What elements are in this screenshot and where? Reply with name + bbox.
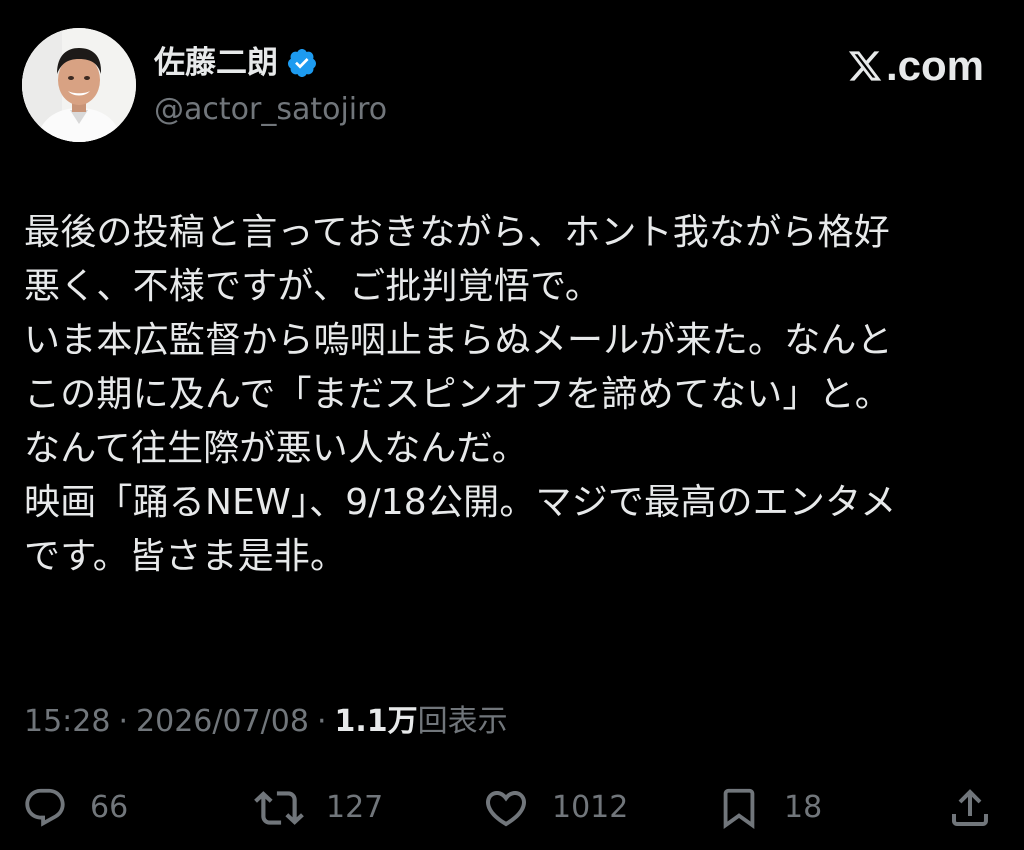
meta-separator: · [118,704,129,739]
action-bar: 66 127 1012 18 [22,782,998,834]
reply-button[interactable]: 66 [22,782,128,834]
views-count: 1.1万 [334,704,418,739]
author-handle[interactable]: @actor_satojiro [154,92,387,128]
brand-domain-text: .com [885,42,984,89]
like-count: 1012 [552,790,629,825]
meta-separator: · [316,704,327,739]
bookmark-count: 18 [784,790,823,825]
site-brand: .com [847,42,984,90]
avatar-portrait [22,28,136,142]
bookmark-icon [716,785,762,831]
share-button[interactable] [946,782,994,834]
like-button[interactable]: 1012 [482,782,628,834]
reply-count: 66 [90,790,129,825]
post-time[interactable]: 15:28 [24,704,110,739]
post-text-line: 悪く、不様ですが、ご批判覚悟で。 [24,266,602,307]
post-header: 佐藤二朗 @actor_satojiro .com [22,28,984,144]
repost-count: 127 [326,790,384,825]
repost-button[interactable]: 127 [254,782,383,834]
post-meta: 15:28 · 2026/07/08 · 1.1万回表示 [24,702,508,742]
author-name-row: 佐藤二朗 [154,44,318,82]
heart-icon [482,784,530,832]
post-date[interactable]: 2026/07/08 [136,704,309,739]
post-text-line: いま本広監督から嗚咽止まらぬメールが来た。なんと [24,320,893,361]
x-logo-icon [847,48,883,84]
post-text-line: なんて往生際が悪い人なんだ。 [24,428,528,469]
verified-badge-icon [286,47,318,79]
post-text-line: この期に及んで「まだスピンオフを諦めてない」と。 [24,374,892,415]
share-icon [946,784,994,832]
post-text-line: 映画「踊るNEW」、9/18公開。マジで最高のエンタメ [24,482,897,523]
repost-icon [254,783,304,833]
post-text-line: です。皆さま是非。 [24,536,347,577]
bookmark-button[interactable]: 18 [716,782,822,834]
reply-icon [22,785,68,831]
author-display-name[interactable]: 佐藤二朗 [154,44,278,82]
post-text-line: 最後の投稿と言っておきながら、ホント我ながら格好 [24,212,890,253]
avatar[interactable] [22,28,136,142]
views-label: 回表示 [417,704,508,739]
post-text: 最後の投稿と言っておきながら、ホント我ながら格好 悪く、不様ですが、ご批判覚悟で… [24,206,1004,584]
